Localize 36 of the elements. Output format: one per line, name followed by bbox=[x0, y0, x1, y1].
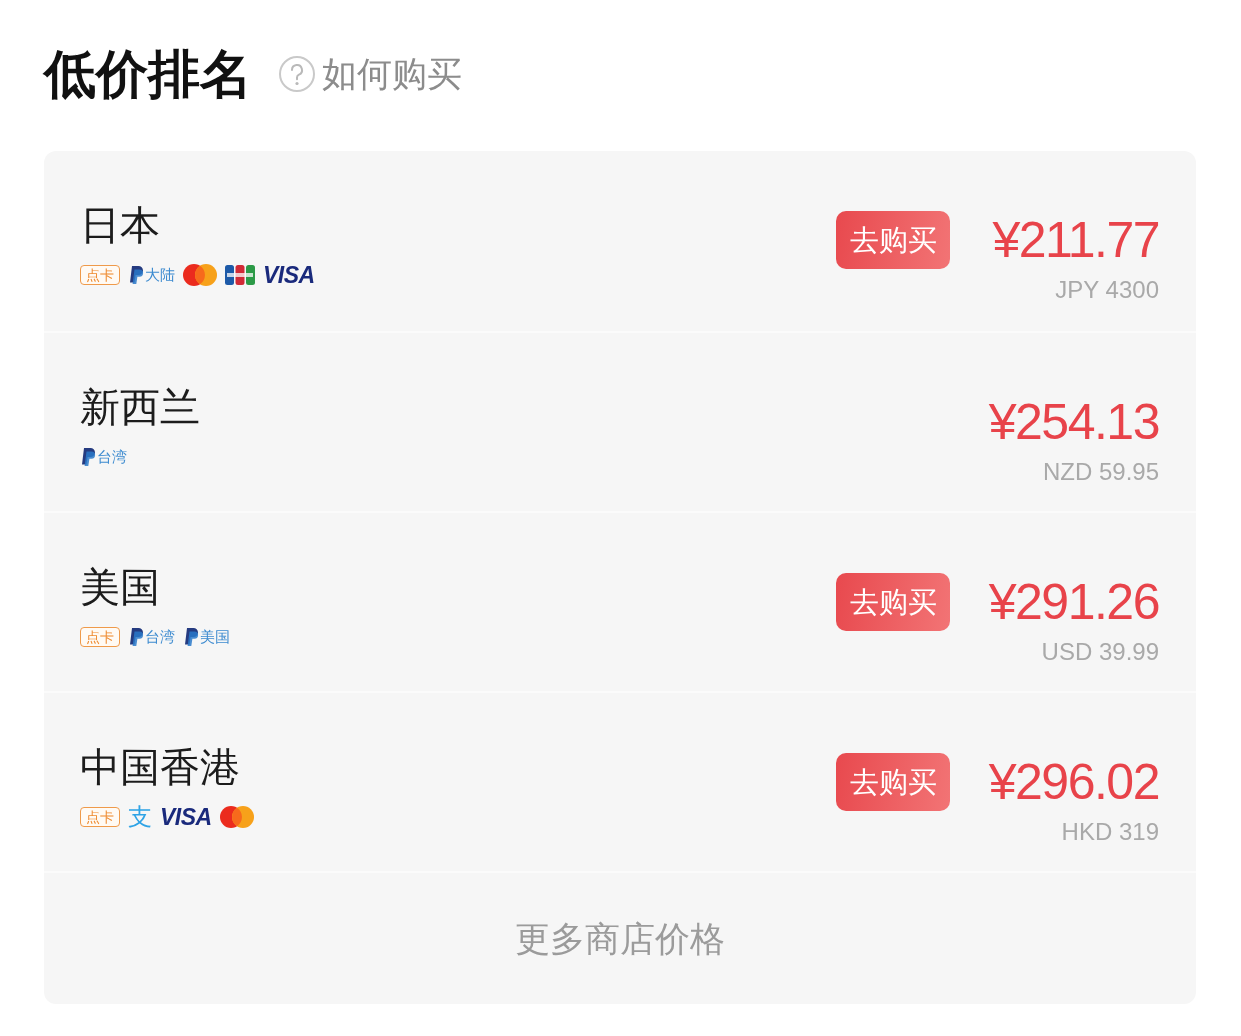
region-label: 美国 bbox=[200, 626, 230, 647]
buy-button[interactable]: 去购买 bbox=[836, 211, 950, 269]
more-prices-link[interactable]: 更多商店价格 bbox=[515, 916, 725, 961]
p-logo-icon bbox=[128, 264, 144, 285]
p-logo-icon bbox=[183, 626, 199, 647]
region-name: 新西兰 bbox=[80, 384, 200, 431]
striped-card-icon bbox=[225, 263, 255, 286]
price-text: ¥296.02 bbox=[987, 753, 1159, 811]
p-logo-icon bbox=[128, 626, 144, 647]
p-logo-icon bbox=[80, 446, 96, 467]
region-name: 美国 bbox=[80, 564, 161, 611]
price-text: ¥254.13 bbox=[987, 393, 1159, 451]
price-text: ¥291.26 bbox=[987, 573, 1159, 631]
brand-wordmark: VISA bbox=[263, 262, 315, 287]
payment-glyph: 支 bbox=[128, 804, 152, 829]
point-card-tag: 点卡 bbox=[80, 626, 120, 647]
section-title: 低价排名 bbox=[44, 44, 252, 105]
help-link[interactable]: 如何购买 bbox=[322, 52, 462, 96]
point-card-tag: 点卡 bbox=[80, 806, 120, 827]
local-price-text: NZD 59.95 bbox=[1042, 457, 1159, 487]
overlapping-circles-icon bbox=[183, 263, 217, 286]
point-card-tag: 点卡 bbox=[80, 264, 120, 285]
region-name: 中国香港 bbox=[80, 744, 241, 791]
buy-button[interactable]: 去购买 bbox=[836, 573, 950, 631]
price-text: ¥211.77 bbox=[991, 211, 1159, 269]
help-icon bbox=[278, 55, 316, 93]
region-name: 日本 bbox=[80, 202, 161, 249]
local-price-text: HKD 319 bbox=[1061, 817, 1159, 847]
region-label: 台湾 bbox=[97, 446, 127, 467]
local-price-text: JPY 4300 bbox=[1055, 275, 1159, 305]
brand-wordmark: VISA bbox=[160, 804, 212, 829]
overlapping-circles-icon bbox=[219, 805, 254, 828]
buy-button[interactable]: 去购买 bbox=[836, 753, 950, 811]
region-label: 台湾 bbox=[145, 626, 175, 647]
local-price-text: USD 39.99 bbox=[1041, 637, 1159, 667]
region-label: 大陆 bbox=[145, 264, 175, 285]
